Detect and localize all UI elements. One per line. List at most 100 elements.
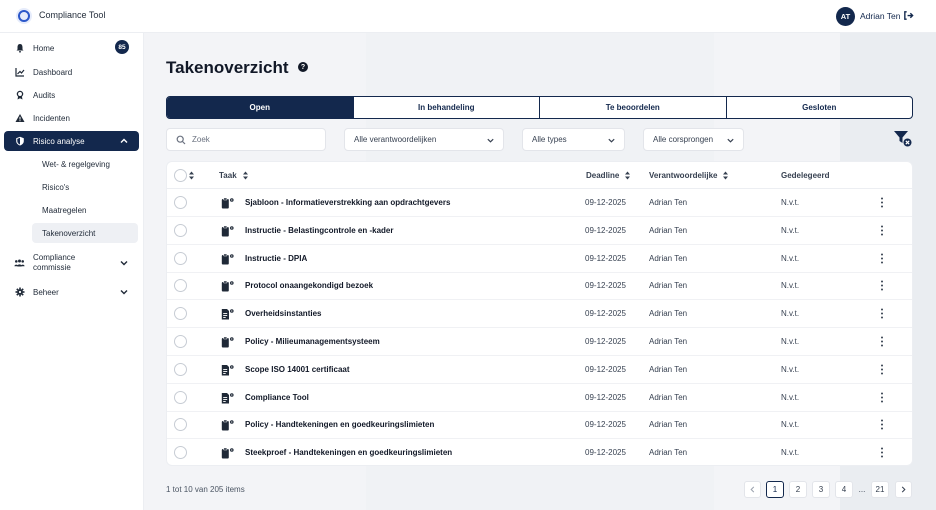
table-row[interactable]: Scope ISO 14001 certificaat 09-12-2025 Adr… [167, 356, 912, 384]
more-options-icon[interactable] [879, 363, 885, 376]
table-row[interactable]: Instructie - Belastingcontrole en -kader… [167, 217, 912, 245]
task-delegated: N.v.t. [781, 198, 800, 207]
task-title[interactable]: Instructie - Belastingcontrole en -kader [245, 226, 393, 235]
row-checkbox[interactable] [174, 307, 187, 321]
row-checkbox[interactable] [174, 279, 187, 293]
row-checkbox[interactable] [174, 251, 187, 265]
pagination-ellipsis: ... [858, 485, 866, 494]
app-title: Compliance Tool [39, 10, 106, 20]
task-title[interactable]: Policy - Handtekeningen en goedkeuringsl… [245, 420, 434, 429]
row-checkbox[interactable] [174, 223, 187, 237]
clipboard-gear-icon [221, 281, 234, 292]
task-title[interactable]: Steekproef - Handtekeningen en goedkeuri… [245, 448, 452, 457]
task-title[interactable]: Overheidsinstanties [245, 309, 321, 318]
more-options-icon[interactable] [879, 224, 885, 237]
owner-filter-select[interactable]: Alle verantwoordelijken [344, 128, 504, 151]
chevron-right-icon [901, 486, 906, 493]
sidebar-subitem-maatregelen[interactable]: Maatregelen [32, 200, 138, 220]
column-header-task[interactable]: Taak [219, 171, 249, 180]
previous-page-button[interactable] [744, 481, 761, 498]
task-title[interactable]: Instructie - DPIA [245, 254, 307, 263]
chevron-down-icon [727, 138, 734, 143]
next-page-button[interactable] [895, 481, 912, 498]
task-delegated: N.v.t. [781, 225, 800, 235]
select-all-checkbox[interactable] [174, 169, 187, 182]
clipboard-gear-icon [221, 447, 234, 459]
sidebar-subitem-risicos[interactable]: Risico's [32, 177, 138, 197]
column-header-delegated[interactable]: Gedelegeerd [781, 171, 829, 180]
table-row[interactable]: Policy - Milieumanagementsysteem 09-12-20… [167, 328, 912, 356]
sidebar-item-dashboard[interactable]: Dashboard [4, 62, 139, 82]
column-header-owner[interactable]: Verantwoordelijke [649, 171, 729, 180]
more-options-icon[interactable] [879, 252, 885, 265]
row-checkbox[interactable] [174, 335, 187, 348]
page-button-last[interactable]: 21 [871, 481, 889, 498]
help-icon[interactable]: ? [298, 62, 308, 72]
task-deadline: 09-12-2025 [585, 364, 626, 374]
row-checkbox[interactable] [174, 196, 187, 209]
sidebar-item-incidenten[interactable]: Incidenten [4, 108, 139, 128]
task-owner: Adrian Ten [649, 253, 688, 263]
tab-in-behandeling[interactable]: In behandeling [354, 97, 540, 118]
task-title[interactable]: Protocol onaangekondigd bezoek [245, 281, 373, 290]
tab-gesloten[interactable]: Gesloten [727, 97, 913, 118]
task-title[interactable]: Policy - Milieumanagementsysteem [245, 337, 380, 346]
task-title[interactable]: Scope ISO 14001 certificaat [245, 365, 350, 374]
more-options-icon[interactable] [879, 307, 885, 320]
more-options-icon[interactable] [879, 391, 885, 404]
more-options-icon[interactable] [879, 196, 885, 209]
table-row[interactable]: Sjabloon - Informatieverstrekking aan op… [167, 189, 912, 217]
sort-icon [242, 171, 248, 180]
row-checkbox[interactable] [174, 362, 187, 376]
table-row[interactable]: Overheidsinstanties 09-12-2025 Adrian Ten N… [167, 300, 912, 329]
avatar[interactable]: AT [836, 7, 855, 26]
row-checkbox[interactable] [174, 446, 187, 460]
table-row[interactable]: Policy - Handtekeningen en goedkeuringsl… [167, 411, 912, 440]
search-input[interactable]: Zoek [166, 128, 326, 151]
task-delegated: N.v.t. [781, 281, 800, 291]
chevron-down-icon [608, 138, 615, 143]
task-deadline: 09-12-2025 [585, 309, 626, 319]
sidebar-item-label: Dashboard [33, 67, 73, 77]
table-row[interactable]: Compliance Tool 09-12-2025 Adrian Ten N.v.t… [167, 384, 912, 412]
column-label: Verantwoordelijke [649, 171, 718, 180]
more-options-icon[interactable] [879, 279, 885, 292]
page-button-2[interactable]: 2 [789, 481, 807, 498]
sidebar-subitem-takenoverzicht[interactable]: Takenoverzicht [32, 223, 138, 243]
sidebar-item-risico-analyse[interactable]: Risico analyse [4, 131, 139, 151]
column-header-deadline[interactable]: Deadline [586, 171, 631, 180]
sidebar-item-compliance-commissie[interactable]: Compliance commissie [4, 249, 139, 277]
logout-icon[interactable] [903, 10, 914, 21]
task-title[interactable]: Compliance Tool [245, 393, 309, 402]
more-options-icon[interactable] [879, 418, 885, 431]
sidebar-subitem-wet-regelgeving[interactable]: Wet- & regelgeving [32, 154, 138, 174]
sidebar-subitem-label: Risico's [42, 182, 70, 192]
page-button-3[interactable]: 3 [812, 481, 830, 498]
more-options-icon[interactable] [879, 446, 885, 459]
task-deadline: 09-12-2025 [585, 420, 626, 430]
table-row[interactable]: Steekproef - Handtekeningen en goedkeuri… [167, 439, 912, 465]
sort-icon[interactable] [188, 171, 195, 180]
type-filter-select[interactable]: Alle types [522, 128, 625, 151]
row-checkbox[interactable] [174, 418, 187, 432]
tab-open[interactable]: Open [167, 97, 354, 118]
task-delegated: N.v.t. [781, 309, 800, 319]
document-gear-icon [221, 309, 234, 320]
sidebar-item-label: Audits [33, 90, 56, 100]
table-row[interactable]: Protocol onaangekondigd bezoek 09-12-2025… [167, 272, 912, 301]
task-deadline: 09-12-2025 [585, 253, 626, 263]
sidebar-item-beheer[interactable]: Beheer [4, 282, 139, 302]
more-options-icon[interactable] [879, 335, 885, 348]
shield-icon [14, 136, 25, 147]
sidebar-item-home[interactable]: Home 85 [4, 38, 139, 58]
clear-filter-icon[interactable] [893, 130, 913, 148]
sidebar-item-audits[interactable]: Audits [4, 85, 139, 105]
page-button-4[interactable]: 4 [835, 481, 853, 498]
tab-te-beoordelen[interactable]: Te beoordelen [540, 97, 727, 118]
task-title[interactable]: Sjabloon - Informatieverstrekking aan op… [245, 198, 450, 207]
user-name[interactable]: Adrian Ten [860, 11, 900, 21]
origin-filter-select[interactable]: Alle corsprongen [643, 128, 744, 151]
table-row[interactable]: Instructie - DPIA 09-12-2025 Adrian Ten N.v… [167, 245, 912, 273]
row-checkbox[interactable] [174, 390, 187, 404]
page-button-1[interactable]: 1 [766, 481, 784, 498]
